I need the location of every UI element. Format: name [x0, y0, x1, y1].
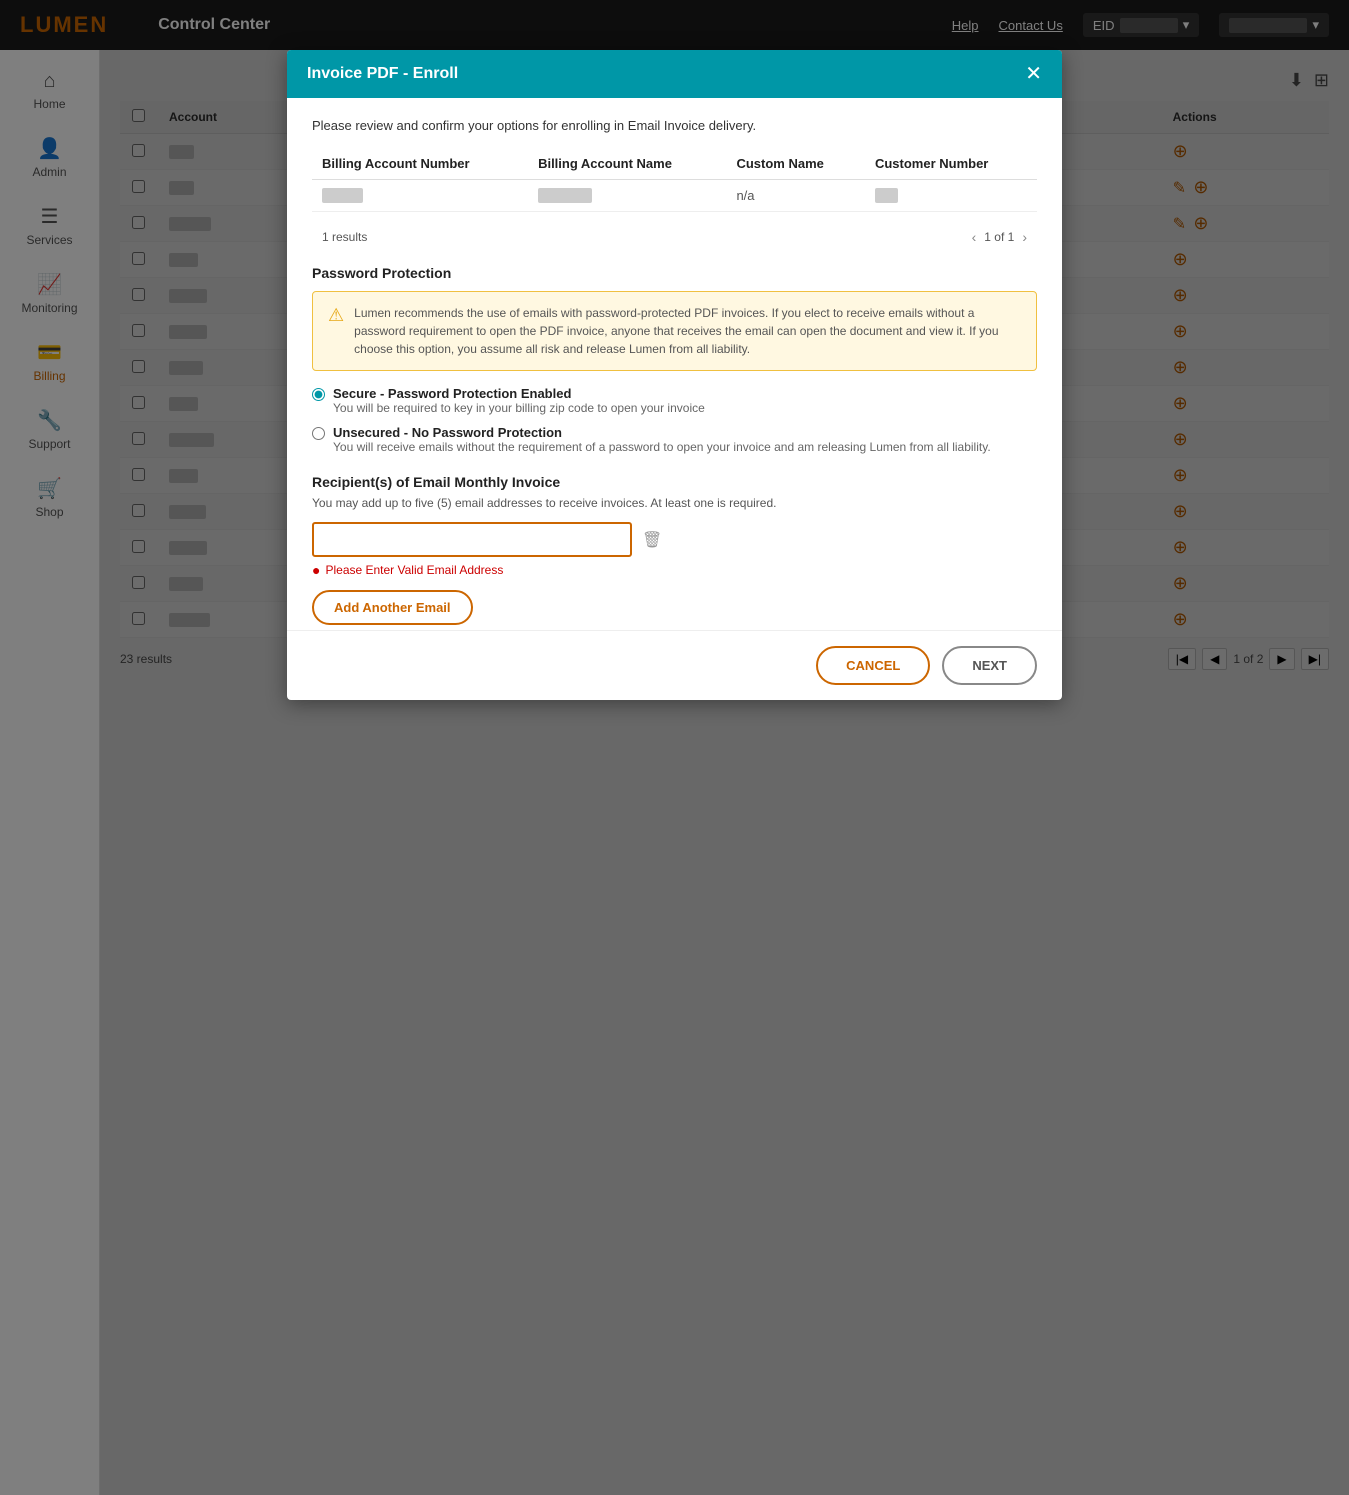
- delete-email-icon[interactable]: 🗑: [642, 530, 662, 550]
- secure-label: Secure - Password Protection Enabled: [333, 386, 705, 401]
- ban-cell: •••••••••: [312, 180, 528, 212]
- modal-title: Invoice PDF - Enroll: [307, 65, 458, 83]
- warning-box: ⚠ Lumen recommends the use of emails wit…: [312, 291, 1037, 371]
- recipients-desc: You may add up to five (5) email address…: [312, 496, 1037, 510]
- email-input-row: 🗑: [312, 522, 1037, 557]
- add-email-button[interactable]: Add Another Email: [312, 590, 473, 625]
- recipients-section: Recipient(s) of Email Monthly Invoice Yo…: [312, 474, 1037, 625]
- th-custom: Custom Name: [726, 148, 865, 180]
- custom-name-cell: n/a: [726, 180, 865, 212]
- name-cell: ••••••• ••••: [528, 180, 726, 212]
- prev-arrow-icon[interactable]: ‹: [972, 229, 977, 245]
- modal-body: Please review and confirm your options f…: [287, 98, 1062, 630]
- error-icon: ●: [312, 562, 320, 578]
- modal-description: Please review and confirm your options f…: [312, 118, 1037, 133]
- modal-overlay: Invoice PDF - Enroll ✕ Please review and…: [0, 0, 1349, 1495]
- password-options: Secure - Password Protection Enabled You…: [312, 386, 1037, 454]
- modal-header: Invoice PDF - Enroll ✕: [287, 50, 1062, 98]
- th-ban: Billing Account Number: [312, 148, 528, 180]
- secure-desc: You will be required to key in your bill…: [333, 401, 705, 415]
- warning-icon: ⚠: [328, 305, 344, 326]
- billing-table: Billing Account Number Billing Account N…: [312, 148, 1037, 212]
- th-name: Billing Account Name: [528, 148, 726, 180]
- modal: Invoice PDF - Enroll ✕ Please review and…: [287, 50, 1062, 700]
- modal-footer: CANCEL NEXT: [287, 630, 1062, 700]
- secure-radio[interactable]: [312, 388, 325, 401]
- error-text: Please Enter Valid Email Address: [325, 563, 503, 577]
- unsecured-label: Unsecured - No Password Protection: [333, 425, 991, 440]
- customer-num-cell: •••••: [865, 180, 1037, 212]
- unsecured-radio[interactable]: [312, 427, 325, 440]
- unsecured-option: Unsecured - No Password Protection You w…: [312, 425, 1037, 454]
- password-section-heading: Password Protection: [312, 265, 1037, 281]
- modal-close-button[interactable]: ✕: [1025, 64, 1042, 84]
- cancel-button[interactable]: CANCEL: [816, 646, 930, 685]
- email-input[interactable]: [312, 522, 632, 557]
- warning-text: Lumen recommends the use of emails with …: [354, 304, 1021, 358]
- th-customer: Customer Number: [865, 148, 1037, 180]
- pagination-controls: ‹ 1 of 1 ›: [972, 229, 1027, 245]
- modal-results: 1 results: [322, 230, 367, 244]
- error-message: ● Please Enter Valid Email Address: [312, 562, 1037, 578]
- modal-pagination: 1 results ‹ 1 of 1 ›: [312, 224, 1037, 250]
- secure-option: Secure - Password Protection Enabled You…: [312, 386, 1037, 415]
- billing-table-row: ••••••••• ••••••• •••• n/a •••••: [312, 180, 1037, 212]
- next-button[interactable]: NEXT: [942, 646, 1037, 685]
- page-of: 1 of 1: [984, 230, 1014, 244]
- recipients-title: Recipient(s) of Email Monthly Invoice: [312, 474, 1037, 490]
- unsecured-desc: You will receive emails without the requ…: [333, 440, 991, 454]
- next-arrow-icon[interactable]: ›: [1022, 229, 1027, 245]
